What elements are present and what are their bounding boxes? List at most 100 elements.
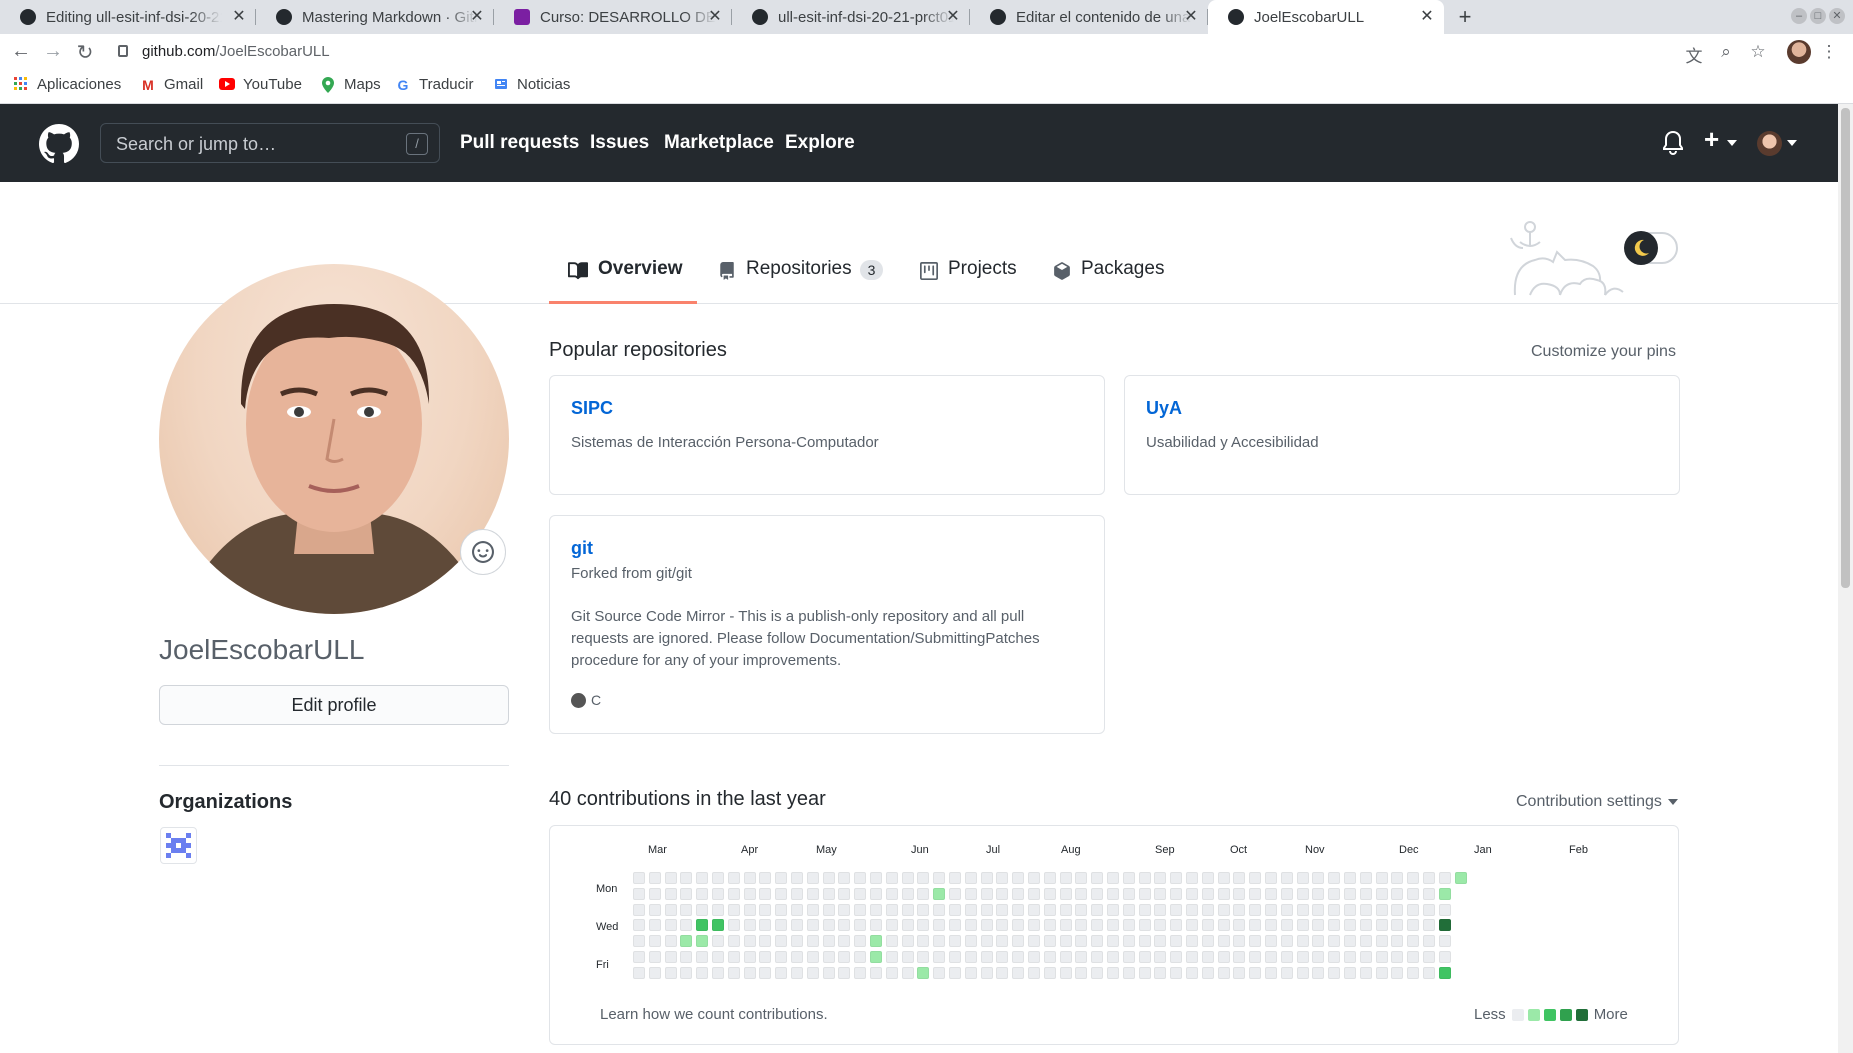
contribution-day-cell[interactable] bbox=[1012, 951, 1024, 963]
contribution-day-cell[interactable] bbox=[1391, 888, 1403, 900]
contribution-day-cell[interactable] bbox=[1297, 919, 1309, 931]
contribution-day-cell[interactable] bbox=[665, 919, 677, 931]
bookmark-translate[interactable]: G Traducir bbox=[395, 76, 474, 93]
contribution-day-cell[interactable] bbox=[1407, 888, 1419, 900]
contribution-day-cell[interactable] bbox=[1154, 904, 1166, 916]
contribution-day-cell[interactable] bbox=[696, 935, 708, 947]
contribution-day-cell[interactable] bbox=[712, 919, 724, 931]
contribution-day-cell[interactable] bbox=[886, 967, 898, 979]
contribution-day-cell[interactable] bbox=[965, 872, 977, 884]
contribution-day-cell[interactable] bbox=[1186, 904, 1198, 916]
contribution-day-cell[interactable] bbox=[633, 951, 645, 963]
contribution-day-cell[interactable] bbox=[712, 904, 724, 916]
contribution-day-cell[interactable] bbox=[838, 951, 850, 963]
contribution-day-cell[interactable] bbox=[1376, 967, 1388, 979]
contribution-day-cell[interactable] bbox=[1360, 967, 1372, 979]
contribution-day-cell[interactable] bbox=[996, 967, 1008, 979]
contribution-day-cell[interactable] bbox=[775, 919, 787, 931]
contribution-day-cell[interactable] bbox=[1391, 919, 1403, 931]
contribution-day-cell[interactable] bbox=[854, 951, 866, 963]
contribution-day-cell[interactable] bbox=[696, 888, 708, 900]
contribution-day-cell[interactable] bbox=[1170, 888, 1182, 900]
contribution-day-cell[interactable] bbox=[1170, 919, 1182, 931]
contribution-day-cell[interactable] bbox=[1012, 919, 1024, 931]
contribution-day-cell[interactable] bbox=[870, 888, 882, 900]
contribution-day-cell[interactable] bbox=[1123, 919, 1135, 931]
tab-overview[interactable]: Overview bbox=[549, 258, 697, 304]
browser-tab[interactable]: Editar el contenido de una ✕ bbox=[970, 0, 1208, 34]
contribution-day-cell[interactable] bbox=[933, 967, 945, 979]
contribution-day-cell[interactable] bbox=[1186, 919, 1198, 931]
contribution-day-cell[interactable] bbox=[1423, 967, 1435, 979]
contribution-day-cell[interactable] bbox=[854, 872, 866, 884]
contribution-day-cell[interactable] bbox=[744, 967, 756, 979]
contribution-day-cell[interactable] bbox=[1312, 935, 1324, 947]
contribution-day-cell[interactable] bbox=[1012, 888, 1024, 900]
tab-projects[interactable]: Projects bbox=[920, 258, 1017, 304]
contribution-day-cell[interactable] bbox=[1028, 935, 1040, 947]
contribution-day-cell[interactable] bbox=[1233, 951, 1245, 963]
contribution-day-cell[interactable] bbox=[1233, 967, 1245, 979]
notifications-bell-icon[interactable] bbox=[1662, 130, 1684, 156]
contribution-day-cell[interactable] bbox=[838, 888, 850, 900]
contribution-day-cell[interactable] bbox=[744, 872, 756, 884]
contribution-day-cell[interactable] bbox=[680, 872, 692, 884]
contribution-day-cell[interactable] bbox=[1281, 967, 1293, 979]
contribution-day-cell[interactable] bbox=[1075, 904, 1087, 916]
contribution-day-cell[interactable] bbox=[791, 888, 803, 900]
contribution-day-cell[interactable] bbox=[1344, 919, 1356, 931]
contribution-day-cell[interactable] bbox=[759, 904, 771, 916]
contribution-day-cell[interactable] bbox=[1297, 935, 1309, 947]
contribution-day-cell[interactable] bbox=[1091, 951, 1103, 963]
contribution-day-cell[interactable] bbox=[649, 935, 661, 947]
contribution-day-cell[interactable] bbox=[1091, 967, 1103, 979]
contribution-day-cell[interactable] bbox=[1439, 904, 1451, 916]
zoom-icon[interactable]: ⌕ bbox=[1715, 42, 1737, 62]
contribution-day-cell[interactable] bbox=[696, 967, 708, 979]
contribution-day-cell[interactable] bbox=[981, 951, 993, 963]
contribution-day-cell[interactable] bbox=[633, 904, 645, 916]
contribution-day-cell[interactable] bbox=[1423, 935, 1435, 947]
contribution-day-cell[interactable] bbox=[996, 951, 1008, 963]
contribution-day-cell[interactable] bbox=[1265, 951, 1277, 963]
contribution-day-cell[interactable] bbox=[965, 935, 977, 947]
contribution-day-cell[interactable] bbox=[1249, 951, 1261, 963]
contribution-day-cell[interactable] bbox=[1091, 888, 1103, 900]
contribution-day-cell[interactable] bbox=[791, 951, 803, 963]
contribution-day-cell[interactable] bbox=[1249, 935, 1261, 947]
contribution-day-cell[interactable] bbox=[886, 872, 898, 884]
contribution-day-cell[interactable] bbox=[759, 967, 771, 979]
contribution-day-cell[interactable] bbox=[1012, 904, 1024, 916]
browser-tab[interactable]: ull-esit-inf-dsi-20-21-prct01 ✕ bbox=[732, 0, 970, 34]
contribution-day-cell[interactable] bbox=[1281, 872, 1293, 884]
contribution-day-cell[interactable] bbox=[1328, 872, 1340, 884]
contribution-day-cell[interactable] bbox=[1218, 951, 1230, 963]
contribution-day-cell[interactable] bbox=[1297, 904, 1309, 916]
contribution-day-cell[interactable] bbox=[1423, 951, 1435, 963]
contribution-day-cell[interactable] bbox=[807, 888, 819, 900]
contribution-day-cell[interactable] bbox=[1344, 935, 1356, 947]
contribution-day-cell[interactable] bbox=[1044, 919, 1056, 931]
contribution-day-cell[interactable] bbox=[1439, 967, 1451, 979]
contribution-day-cell[interactable] bbox=[902, 951, 914, 963]
contribution-day-cell[interactable] bbox=[1360, 919, 1372, 931]
contribution-day-cell[interactable] bbox=[1376, 919, 1388, 931]
contribution-day-cell[interactable] bbox=[728, 951, 740, 963]
contribution-day-cell[interactable] bbox=[1218, 935, 1230, 947]
contribution-day-cell[interactable] bbox=[1107, 919, 1119, 931]
contribution-day-cell[interactable] bbox=[775, 872, 787, 884]
contribution-day-cell[interactable] bbox=[1012, 872, 1024, 884]
contribution-day-cell[interactable] bbox=[1091, 919, 1103, 931]
contribution-day-cell[interactable] bbox=[902, 919, 914, 931]
maximize-window-icon[interactable]: □ bbox=[1810, 8, 1826, 24]
contribution-day-cell[interactable] bbox=[775, 904, 787, 916]
contribution-day-cell[interactable] bbox=[1107, 888, 1119, 900]
contribution-day-cell[interactable] bbox=[1407, 967, 1419, 979]
contribution-day-cell[interactable] bbox=[1060, 951, 1072, 963]
contribution-day-cell[interactable] bbox=[933, 935, 945, 947]
contribution-day-cell[interactable] bbox=[933, 951, 945, 963]
contribution-day-cell[interactable] bbox=[1439, 935, 1451, 947]
contribution-day-cell[interactable] bbox=[1218, 919, 1230, 931]
contribution-day-cell[interactable] bbox=[1249, 888, 1261, 900]
contribution-day-cell[interactable] bbox=[949, 935, 961, 947]
